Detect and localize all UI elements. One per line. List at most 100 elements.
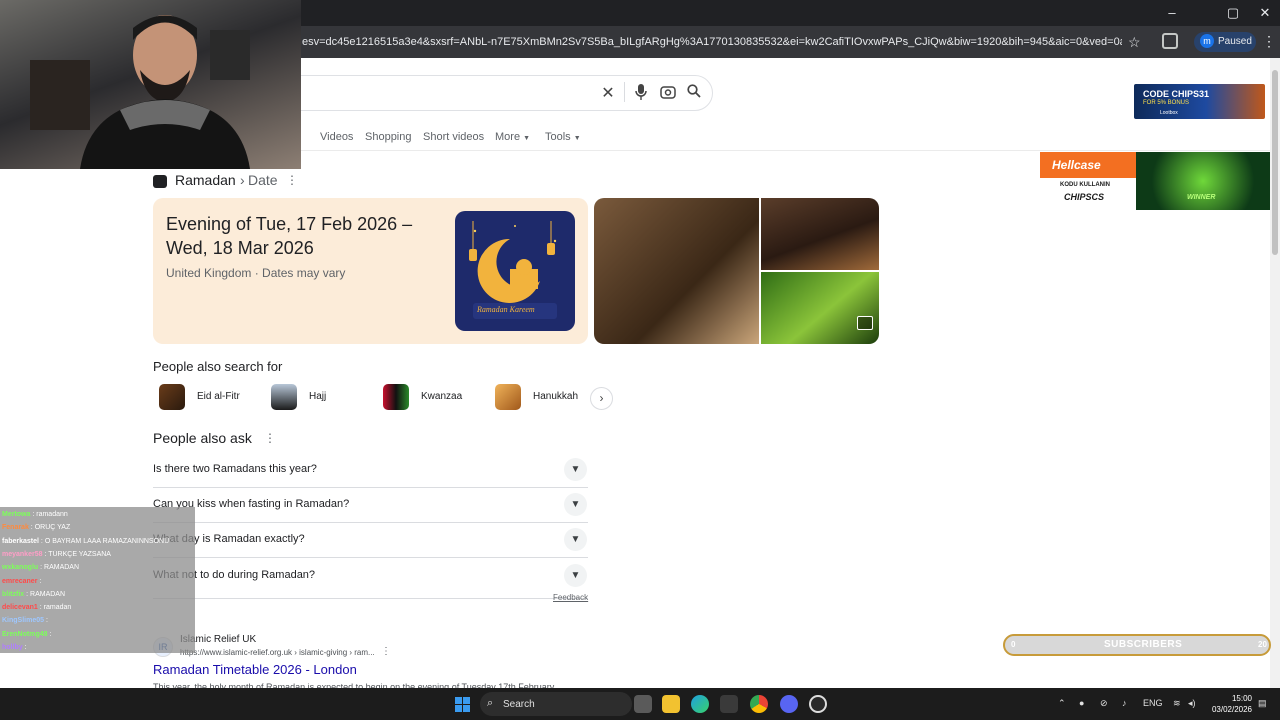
clock-date: 03/02/2026 — [1211, 705, 1252, 714]
chevron-down-icon: ▼ — [573, 135, 581, 142]
more-options-icon[interactable]: ⋮ — [381, 646, 391, 657]
maximize-button[interactable]: ▢ — [1218, 4, 1248, 22]
url-field[interactable]: esv=dc45e1216515a3e4&sxsrf=ANbL-n7E75XmB… — [302, 30, 1122, 54]
profile-avatar: m — [1200, 34, 1214, 48]
browser-menu-icon[interactable]: ⋮ — [1262, 33, 1276, 50]
chat-username: hollby — [2, 644, 23, 651]
chat-message: KingSlime05 : — [2, 616, 194, 625]
answer-title: Evening of Tue, 17 Feb 2026 – Wed, 18 Ma… — [166, 214, 413, 258]
chevron-down-icon[interactable]: ▼ — [564, 528, 587, 551]
volume-icon[interactable]: ◂) — [1188, 698, 1196, 709]
bookmark-star-icon[interactable]: ☆ — [1128, 34, 1141, 51]
windows-start-icon[interactable] — [455, 697, 470, 712]
pas-label: Hajj — [309, 391, 327, 402]
minimize-button[interactable]: – — [1157, 4, 1187, 22]
chat-message: wxkanoglu : RAMADAN — [2, 563, 194, 572]
chat-username: emrecaner — [2, 577, 38, 585]
people-also-search-title: People also search for — [153, 359, 283, 374]
result-url[interactable]: https://www.islamic-relief.org.uk › isla… — [180, 648, 375, 657]
chevron-down-icon[interactable]: ▼ — [564, 493, 587, 516]
microphone-icon[interactable]: ♪ — [1122, 698, 1127, 708]
tab-shopping[interactable]: Shopping — [365, 129, 412, 145]
tab-videos[interactable]: Videos — [320, 129, 353, 145]
network-off-icon[interactable]: ⊘ — [1100, 698, 1108, 709]
chat-message: Mertowa : ramadann — [2, 510, 194, 519]
discord-tray-icon[interactable]: ● — [1079, 698, 1084, 708]
scrollbar-thumb[interactable] — [1272, 70, 1278, 255]
chat-text: TÜRKÇE YAZSANA — [48, 550, 111, 558]
edge-icon[interactable] — [691, 695, 709, 713]
more-options-icon[interactable]: ⋮ — [286, 173, 298, 187]
chevron-up-icon[interactable]: ⌃ — [1058, 698, 1066, 709]
tab-tools[interactable]: Tools ▼ — [545, 129, 581, 145]
lootbox-code: CODE CHIPS31 — [1143, 89, 1210, 99]
tab-tools-label: Tools — [545, 131, 571, 143]
more-options-icon[interactable]: ⋮ — [264, 431, 276, 445]
hanukkah-thumbnail — [495, 384, 521, 410]
pas-label: Kwanzaa — [421, 391, 463, 402]
chevron-down-icon[interactable]: ▼ — [564, 564, 587, 587]
tab-short-videos[interactable]: Short videos — [423, 129, 484, 145]
chat-text: RAMADAN — [44, 564, 80, 572]
result-title-link[interactable]: Ramadan Timetable 2026 - London — [153, 662, 357, 677]
extensions-icon[interactable] — [1162, 33, 1178, 49]
search-divider — [624, 82, 625, 102]
paa-divider — [153, 557, 588, 558]
wifi-icon[interactable]: ≋ — [1173, 698, 1181, 709]
search-icon[interactable] — [684, 84, 704, 104]
chat-text: ramadann — [36, 511, 68, 518]
hellcase-instruction: KODU KULLANIN — [1060, 182, 1110, 188]
chat-username: faberkastel — [2, 537, 39, 545]
clock[interactable]: 15:00 03/02/2026 — [1210, 693, 1252, 715]
tab-more[interactable]: More ▼ — [495, 129, 530, 145]
image-gallery-icon[interactable] — [857, 316, 873, 330]
chat-text: RAMADAN — [30, 590, 66, 598]
chevron-down-icon[interactable]: ▼ — [564, 458, 587, 481]
lootbox-brand: Lootbox — [1160, 110, 1178, 116]
breadcrumb-attribute: Date — [248, 172, 278, 188]
notification-icon[interactable]: ▤ — [1258, 698, 1267, 709]
chat-separator: : — [37, 577, 42, 585]
store-icon[interactable] — [720, 695, 738, 713]
language-indicator[interactable]: ENG — [1143, 698, 1163, 708]
ramadan-kareem-image[interactable]: Ramadan Kareem — [455, 211, 575, 331]
breadcrumb-topic[interactable]: Ramadan — [175, 172, 236, 188]
obs-icon[interactable] — [809, 695, 827, 713]
hellcase-winner-image — [1136, 152, 1270, 210]
paa-divider — [153, 522, 588, 523]
voice-search-icon[interactable] — [631, 84, 651, 104]
chat-message: Fenarak : ORUÇ YAZ — [2, 523, 194, 532]
chat-username: ErenNotmg48 — [2, 630, 48, 638]
lantern-crescent-image[interactable] — [761, 198, 879, 270]
chevron-right-icon[interactable]: › — [590, 387, 613, 410]
task-view-icon[interactable] — [634, 695, 652, 713]
chat-text: ORUÇ YAZ — [34, 524, 71, 532]
tab-more-label: More — [495, 131, 521, 143]
lens-search-icon[interactable] — [658, 84, 678, 104]
file-explorer-icon[interactable] — [662, 695, 680, 713]
chat-username: Fenarak — [2, 524, 29, 532]
close-window-button[interactable]: ✕ — [1250, 4, 1280, 22]
taskbar-search-label: Search — [503, 699, 535, 710]
chat-text: O BAYRAM LAAA RAMAZANINNSONU — [44, 537, 170, 545]
feedback-link[interactable]: Feedback — [553, 593, 588, 602]
green-lantern-image[interactable] — [761, 272, 879, 344]
clear-search-icon[interactable]: ✕ — [598, 84, 618, 104]
eid-thumbnail — [159, 384, 185, 410]
subscriber-label: SUBSCRIBERS — [1104, 639, 1183, 650]
discord-icon[interactable] — [780, 695, 798, 713]
screen: – ▢ ✕ esv=dc45e1216515a3e4&sxsrf=ANbL-n7… — [0, 0, 1280, 720]
lootbox-bonus: FOR 5% BONUS — [1143, 100, 1190, 106]
chat-username: meyanker58 — [2, 550, 43, 558]
people-also-ask-title: People also ask — [153, 430, 252, 446]
quran-image[interactable] — [594, 198, 759, 344]
answer-subtitle: United Kingdom · Dates may vary — [166, 266, 346, 280]
hajj-thumbnail — [271, 384, 297, 410]
chat-username: Mertowa — [2, 511, 31, 518]
paa-question[interactable]: Is there two Ramadans this year? — [153, 463, 317, 475]
chrome-icon[interactable] — [750, 695, 768, 713]
profile-status: Paused — [1218, 36, 1252, 47]
chat-message: hollby : — [2, 643, 194, 652]
hellcase-brand: Hellcase — [1052, 158, 1101, 172]
profile-button[interactable]: m Paused — [1194, 32, 1256, 52]
